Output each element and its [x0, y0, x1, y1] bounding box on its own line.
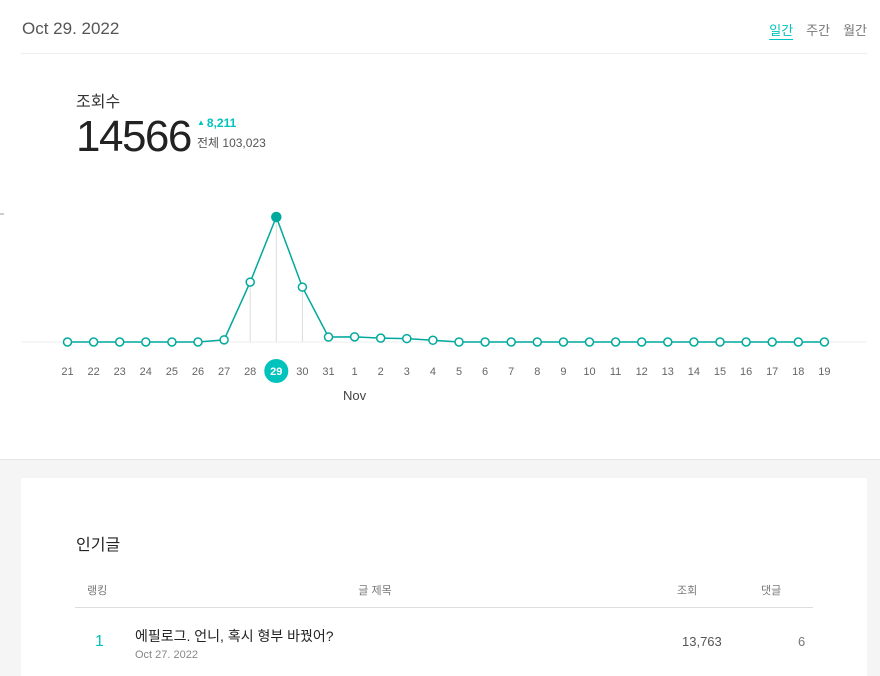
x-tick-label: 25: [166, 366, 178, 378]
x-tick-label: 7: [508, 366, 514, 378]
x-tick-label: 17: [766, 366, 778, 378]
data-point[interactable]: [219, 335, 229, 345]
x-tick-label: 27: [218, 366, 230, 378]
x-tick-label: 4: [430, 366, 436, 378]
popular-posts-title: 인기글: [76, 537, 121, 554]
views-summary: 조회수 14566 ▲ 8,211 전체 103,023: [76, 88, 266, 161]
row-post-title[interactable]: 에필로그. 언니, 혹시 형부 바꿨어?: [135, 626, 334, 646]
x-tick-label: 1: [352, 366, 358, 378]
views-total: 전체 103,023: [197, 136, 266, 150]
data-point[interactable]: [793, 337, 804, 347]
x-tick-label: 19: [818, 366, 830, 378]
x-tick-label: 9: [560, 366, 566, 378]
views-value: 14566: [76, 112, 192, 161]
tab-daily[interactable]: 일간: [769, 20, 793, 39]
row-views: 13,763: [682, 634, 722, 649]
x-tick-label: 29: [270, 366, 282, 378]
column-views: 조회: [677, 585, 698, 597]
data-point[interactable]: [532, 337, 543, 347]
x-tick-label: 5: [456, 366, 462, 378]
table-header: 랭킹 글 제목 조회 댓글: [75, 574, 813, 608]
data-point[interactable]: [558, 337, 569, 347]
x-tick-label: 31: [322, 366, 334, 378]
data-point[interactable]: [193, 337, 203, 347]
data-point[interactable]: [245, 277, 255, 287]
x-tick-label: 16: [740, 366, 752, 378]
data-point[interactable]: [62, 337, 73, 347]
data-point[interactable]: [297, 282, 308, 292]
column-comments: 댓글: [761, 585, 782, 597]
data-point[interactable]: [428, 335, 438, 346]
data-point[interactable]: [610, 337, 621, 347]
x-tick-label: 26: [192, 366, 204, 378]
period-tabs: 일간 주간 월간: [769, 20, 867, 39]
data-point[interactable]: [819, 337, 830, 347]
x-tick-label: 18: [792, 366, 804, 378]
popular-posts-panel: 인기글 랭킹 글 제목 조회 댓글 1 에필로그. 언니, 혹시 형부 바꿨어?…: [21, 478, 867, 676]
tab-weekly[interactable]: 주간: [806, 20, 830, 39]
data-point[interactable]: [88, 337, 99, 347]
data-point[interactable]: [689, 337, 699, 347]
x-tick-label: 22: [87, 366, 99, 378]
column-title: 글 제목: [358, 585, 392, 597]
x-tick-label: 15: [714, 366, 726, 378]
data-point[interactable]: [715, 337, 725, 347]
row-comments: 6: [798, 634, 806, 649]
views-label: 조회수: [76, 94, 121, 111]
data-point[interactable]: [480, 337, 490, 347]
date-title: Oct 29. 2022: [22, 19, 120, 38]
x-tick-label: 21: [61, 366, 73, 378]
data-point[interactable]: [375, 333, 386, 343]
row-date: Oct 27. 2022: [135, 649, 198, 661]
x-tick-label: 8: [534, 366, 540, 378]
series-line: [67, 214, 825, 343]
data-point[interactable]: [167, 337, 177, 347]
data-point[interactable]: [506, 337, 516, 347]
x-tick-label: 13: [662, 366, 674, 378]
data-point[interactable]: [349, 332, 360, 342]
x-tick-label: 2: [378, 366, 384, 378]
x-tick-label: 12: [636, 366, 648, 378]
x-tick-label: 6: [482, 366, 488, 378]
data-point[interactable]: [454, 337, 464, 347]
views-side-info: ▲ 8,211 전체 103,023: [197, 116, 266, 151]
data-point[interactable]: [663, 337, 673, 347]
x-tick-label: 10: [583, 366, 595, 378]
views-delta: ▲ 8,211: [197, 116, 266, 130]
tab-monthly[interactable]: 월간: [843, 20, 867, 39]
x-tick-label: 24: [140, 366, 152, 378]
data-point[interactable]: [271, 211, 282, 223]
x-tick-label: 3: [404, 366, 410, 378]
row-rank: 1: [95, 633, 104, 650]
data-point[interactable]: [114, 337, 125, 347]
month-label: Nov: [343, 388, 367, 403]
data-point[interactable]: [584, 337, 595, 347]
table-row[interactable]: 1 에필로그. 언니, 혹시 형부 바꿨어? Oct 27. 2022 13,7…: [75, 609, 813, 669]
data-point[interactable]: [141, 337, 151, 347]
data-point[interactable]: [741, 337, 751, 347]
data-point[interactable]: [402, 333, 412, 344]
views-delta-value: 8,211: [206, 116, 237, 130]
x-tick-label: 30: [296, 366, 308, 378]
up-triangle-icon: ▲: [197, 118, 205, 127]
stats-header: Oct 29. 2022 일간 주간 월간: [21, 0, 867, 54]
views-line-chart: 21 22 23 24 25 26 27 28 29 30 31 1 2 3 4 5 6 7 8 9 10 11 12 13 1…: [0, 211, 867, 403]
x-tick-label: 28: [244, 366, 256, 378]
x-tick-label: 14: [688, 366, 700, 378]
data-point[interactable]: [323, 332, 334, 342]
x-tick-label: 11: [610, 366, 621, 378]
data-point[interactable]: [636, 337, 647, 347]
x-tick-label: 23: [114, 366, 126, 378]
data-point[interactable]: [767, 337, 777, 347]
